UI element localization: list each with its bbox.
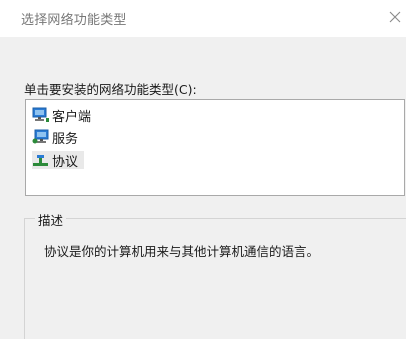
list-item-label: 协议 xyxy=(52,154,79,170)
list-item-client[interactable]: 客户端 xyxy=(32,106,92,125)
network-feature-list[interactable]: 客户端 服务 协议 xyxy=(25,99,405,196)
list-prompt-label: 单击要安装的网络功能类型(C): xyxy=(24,82,197,97)
description-text: 协议是你的计算机用来与其他计算机通信的语言。 xyxy=(44,244,320,259)
list-item-label: 客户端 xyxy=(52,109,92,125)
list-item-service[interactable]: 服务 xyxy=(32,128,79,147)
list-item-label: 服务 xyxy=(52,131,79,147)
list-item-protocol[interactable]: 协议 xyxy=(32,151,85,170)
title-bar: 选择网络功能类型 xyxy=(0,0,406,37)
description-group: 描述 协议是你的计算机用来与其他计算机通信的语言。 xyxy=(24,210,406,339)
close-icon[interactable] xyxy=(388,10,402,24)
description-legend: 描述 xyxy=(35,210,67,229)
network-protocol-icon xyxy=(33,155,48,166)
window-title: 选择网络功能类型 xyxy=(21,13,127,28)
network-service-icon xyxy=(32,129,49,144)
network-client-icon xyxy=(32,107,49,122)
